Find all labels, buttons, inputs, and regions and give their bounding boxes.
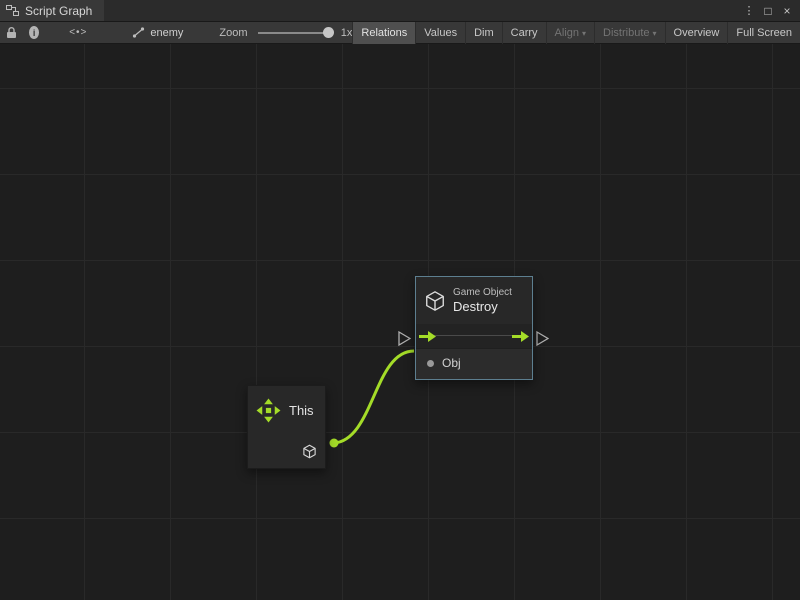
tab-label: Script Graph [25, 4, 92, 18]
chevron-down-icon: ▾ [582, 29, 586, 38]
this-output-port [330, 439, 339, 448]
graph-name-label: enemy [150, 27, 183, 39]
this-move-icon [256, 398, 281, 423]
script-graph-window: Script Graph ⋮ □ × i <•> enemy Zoom [0, 0, 800, 600]
code-view-icon[interactable]: <•> [69, 22, 87, 44]
control-input-port[interactable] [398, 331, 411, 346]
node-this[interactable]: This [247, 385, 326, 469]
tab-script-graph[interactable]: Script Graph [0, 0, 104, 21]
values-button[interactable]: Values [415, 22, 465, 44]
connection-wire [334, 351, 414, 443]
node-destroy-header[interactable]: Game Object Destroy [416, 277, 532, 324]
zoom-slider[interactable] [258, 22, 333, 44]
window-controls: ⋮ □ × [741, 0, 800, 21]
control-output-port[interactable] [536, 331, 549, 346]
obj-port-label: Obj [442, 356, 461, 370]
align-dropdown[interactable]: Align ▾ [546, 22, 594, 44]
connection-layer [0, 44, 800, 600]
cube-output-icon[interactable] [302, 444, 317, 459]
overview-button[interactable]: Overview [665, 22, 728, 44]
maximize-icon[interactable]: □ [760, 2, 776, 20]
info-icon[interactable]: i [29, 26, 39, 39]
distribute-dropdown[interactable]: Distribute ▾ [594, 22, 664, 44]
obj-input-port[interactable] [427, 360, 434, 367]
zoom-slider-handle[interactable] [323, 27, 334, 38]
control-out-arrow-icon[interactable] [512, 331, 529, 342]
carry-button[interactable]: Carry [502, 22, 546, 44]
zoom-slider-track[interactable] [258, 32, 329, 34]
fullscreen-button[interactable]: Full Screen [727, 22, 800, 44]
chevron-down-icon: ▾ [653, 29, 657, 38]
script-graph-icon [6, 4, 19, 17]
title-bar: Script Graph ⋮ □ × [0, 0, 800, 22]
zoom-value-label: 1x [341, 27, 353, 39]
graph-toolbar: i <•> enemy Zoom 1x Relations Values Dim [0, 22, 800, 44]
relations-button[interactable]: Relations [352, 22, 415, 44]
zoom-label: Zoom [219, 27, 247, 39]
node-title-label: This [289, 403, 314, 418]
control-flow-row [416, 324, 532, 348]
node-destroy[interactable]: Game Object Destroy Obj [415, 276, 533, 380]
graph-asset-icon [132, 22, 145, 44]
graph-canvas[interactable]: Game Object Destroy Obj [0, 44, 800, 600]
control-in-arrow-icon[interactable] [419, 331, 436, 342]
toolbar-button-group: Relations Values Dim Carry Align ▾ Distr… [352, 22, 800, 44]
node-this-header[interactable]: This [248, 386, 325, 435]
node-category-label: Game Object [453, 286, 512, 299]
node-title-label: Destroy [453, 299, 512, 315]
close-icon[interactable]: × [779, 2, 795, 20]
cube-icon [424, 290, 446, 312]
window-menu-icon[interactable]: ⋮ [741, 2, 757, 20]
lock-icon[interactable] [6, 22, 17, 44]
dim-button[interactable]: Dim [465, 22, 502, 44]
obj-port-row[interactable]: Obj [416, 348, 532, 379]
